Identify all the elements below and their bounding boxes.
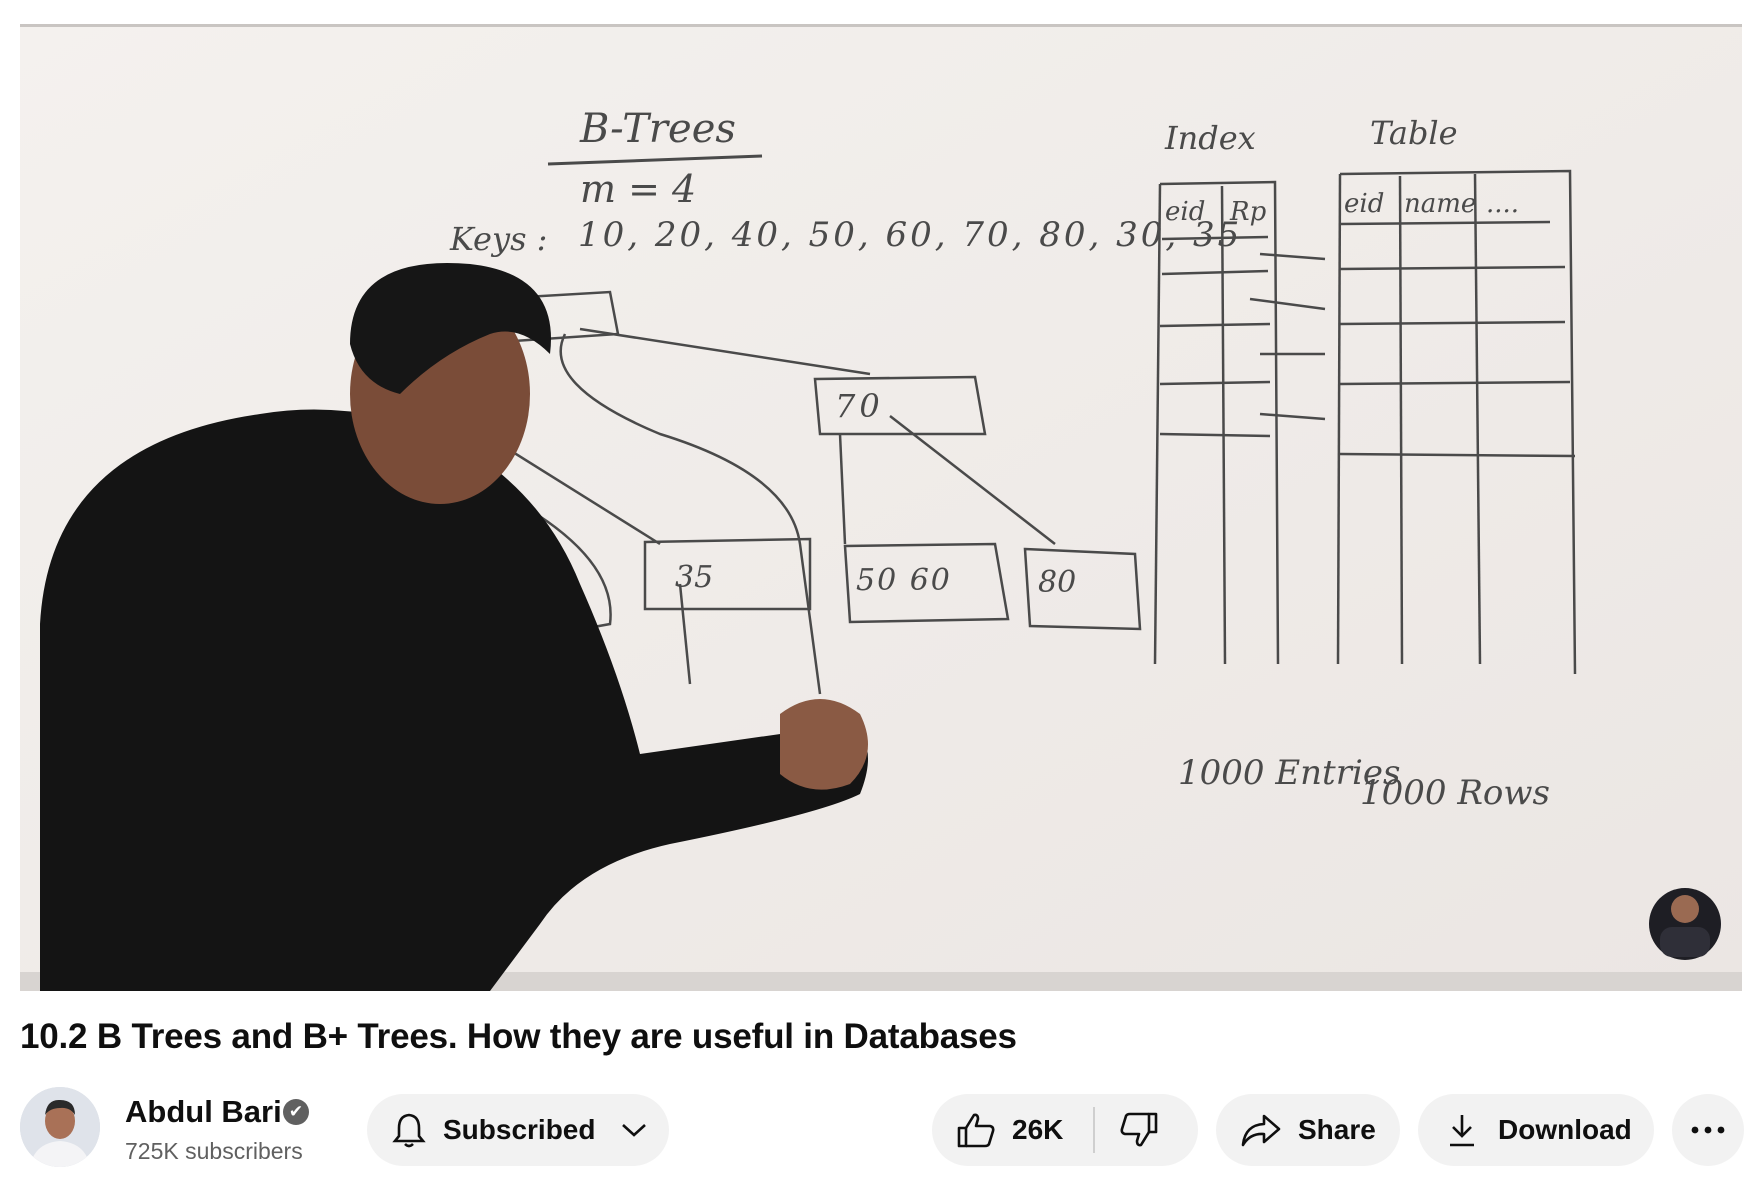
table-col-more: .... — [1486, 189, 1519, 219]
leaf-node-3: 80 — [1038, 565, 1076, 600]
table-label: Table — [1370, 114, 1458, 152]
subscribed-button[interactable]: Subscribed — [367, 1094, 669, 1166]
leaf-node-1: 35 — [675, 560, 713, 595]
table-count: 1000 Rows — [1360, 773, 1550, 813]
video-frame: B-Trees m = 4 Keys : 10, 20, 40, 50, 60,… — [20, 24, 1742, 991]
share-button[interactable]: Share — [1216, 1094, 1400, 1166]
share-label: Share — [1298, 1114, 1376, 1145]
index-label: Index — [1164, 119, 1256, 157]
table-col-name: name — [1404, 189, 1476, 219]
subscribed-label: Subscribed — [443, 1114, 596, 1145]
share-arrow-icon — [1240, 1112, 1282, 1148]
download-button[interactable]: Download — [1418, 1094, 1654, 1166]
board-keys: 10, 20, 40, 50, 60, 70, 80, 30, 35 — [578, 215, 1242, 255]
channel-watermark — [1649, 888, 1721, 960]
board-keys-label: Keys : — [449, 220, 547, 258]
subscriber-count: 725K subscribers — [125, 1138, 303, 1164]
dislike-button[interactable] — [1095, 1094, 1159, 1166]
board-title: B-Trees — [579, 106, 736, 152]
video-player[interactable]: B-Trees m = 4 Keys : 10, 20, 40, 50, 60,… — [20, 24, 1742, 991]
like-button[interactable]: 26K — [932, 1094, 1063, 1166]
download-icon — [1448, 1112, 1476, 1148]
more-horizontal-icon — [1691, 1126, 1725, 1134]
root-node: 70 — [835, 387, 884, 425]
bell-icon — [391, 1111, 427, 1149]
board-order: m = 4 — [580, 167, 696, 211]
index-col-eid: eid — [1165, 197, 1205, 227]
chevron-down-icon — [621, 1122, 647, 1138]
thumbs-up-icon — [956, 1111, 996, 1149]
index-col-rp: Rp — [1229, 197, 1267, 227]
more-actions-button[interactable] — [1672, 1094, 1744, 1166]
thumbs-down-icon — [1119, 1111, 1159, 1149]
channel-avatar[interactable] — [20, 1087, 100, 1167]
like-count: 26K — [1012, 1114, 1064, 1145]
avatar-image — [20, 1087, 100, 1167]
like-dislike-group: 26K — [932, 1094, 1198, 1166]
table-col-eid: eid — [1344, 189, 1384, 219]
leaf-node-2: 50 60 — [856, 563, 952, 598]
video-title: 10.2 B Trees and B+ Trees. How they are … — [20, 1017, 1017, 1056]
channel-name[interactable]: Abdul Bari — [125, 1094, 282, 1130]
verified-icon: ✔ — [283, 1099, 309, 1125]
download-label: Download — [1498, 1114, 1632, 1145]
